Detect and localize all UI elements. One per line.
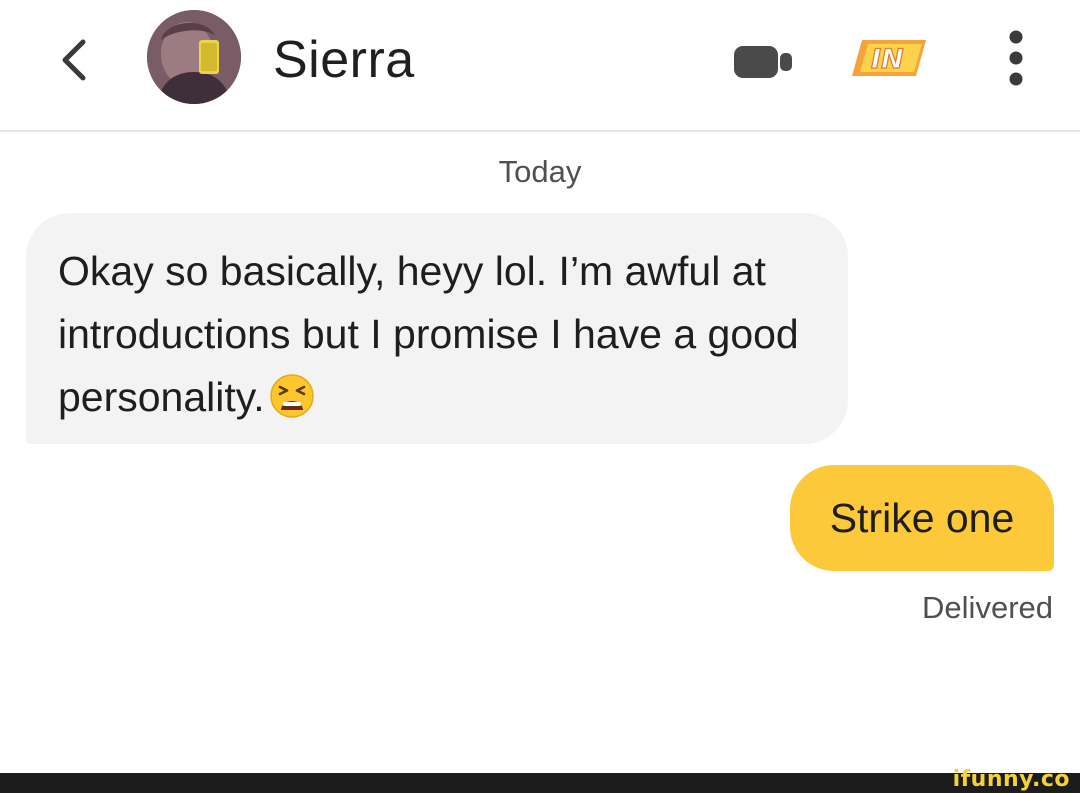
spotlight-button[interactable]: IN [848, 34, 932, 82]
chat-header: Sierra IN [0, 0, 1080, 130]
chevron-left-icon [62, 39, 86, 81]
incoming-message-body: Okay so basically, heyy lol. I’m awful a… [58, 248, 799, 420]
back-button[interactable] [48, 32, 100, 88]
video-call-button[interactable] [730, 40, 800, 82]
header-divider [0, 130, 1080, 132]
chat-screen: Sierra IN Today Okay so basically, heyy … [0, 0, 1080, 793]
contact-name[interactable]: Sierra [273, 28, 415, 92]
watermark-logo: ifunny.co [952, 767, 1070, 792]
incoming-message-text: Okay so basically, heyy lol. I’m awful a… [58, 240, 838, 429]
more-options-button[interactable] [996, 28, 1036, 90]
spotlight-badge-icon: IN [852, 40, 926, 76]
watermark-bar [0, 773, 1080, 793]
svg-text:IN: IN [871, 44, 904, 75]
outgoing-message-text: Strike one [829, 495, 1015, 541]
video-camera-icon [734, 46, 792, 78]
vertical-dots-icon [1009, 30, 1023, 86]
tired-face-emoji [269, 374, 314, 418]
avatar[interactable] [147, 10, 241, 104]
date-separator: Today [498, 154, 582, 189]
profile-photo [147, 10, 241, 104]
outgoing-message-bubble[interactable]: Strike one [790, 465, 1054, 571]
delivery-status: Delivered [922, 590, 1053, 625]
